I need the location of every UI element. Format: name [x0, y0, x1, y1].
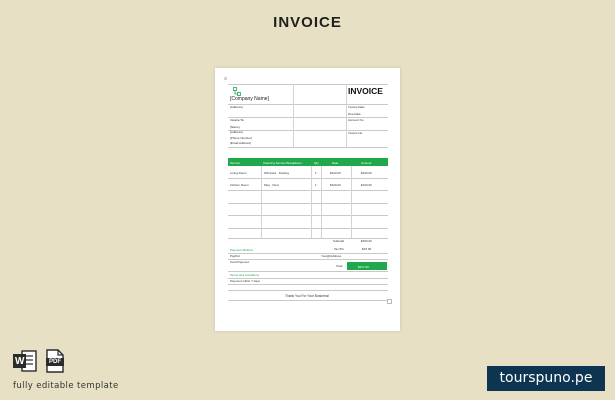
invoice-to-label: Invoice To: [230, 118, 245, 122]
tax-label: Tax 5% [334, 247, 344, 251]
tax-value: $15.00 [362, 247, 372, 251]
subtotal-value: $300.00 [361, 239, 372, 243]
divider [228, 271, 388, 272]
terms-label: Terms and Conditions [230, 273, 260, 277]
terms-text: Payment within 7 days [230, 279, 261, 283]
editable-template-caption: fully editable template [13, 381, 119, 391]
col-qty: Qty [314, 160, 319, 165]
pdf-label: PDF [46, 358, 64, 366]
row1-qty: 1 [315, 171, 317, 175]
divider [228, 215, 388, 216]
col-service: Service [230, 160, 241, 165]
invoice-preview: ⊞ [Company Name] [Address] INVOICE Invoi… [215, 68, 400, 331]
divider [228, 178, 388, 179]
divider [293, 84, 294, 147]
divider [228, 117, 388, 118]
row1-breakdown: Windows · Dusting [264, 171, 290, 175]
resize-handle [387, 299, 392, 304]
paypal-value: Your@Address [321, 254, 342, 258]
invoice-no-label: Invoice No. [348, 131, 364, 135]
client-email: [Email Address] [230, 141, 251, 145]
col-amount: Amount [361, 160, 372, 165]
paypal-label: PayPal [230, 254, 240, 258]
divider [228, 253, 388, 254]
divider [228, 290, 388, 291]
invoice-date-label: Invoice Date [348, 105, 365, 109]
divider [228, 84, 388, 85]
row2-service: Kitchen Room [230, 183, 249, 187]
row1-service: Living Room [230, 171, 247, 175]
divider [228, 190, 388, 191]
row2-amount: $100.00 [361, 183, 372, 187]
payment-method-label: Payment Method [230, 248, 253, 252]
divider [228, 259, 388, 260]
divider [346, 84, 347, 147]
divider [228, 284, 388, 285]
subtotal-label: Subtotal [333, 239, 345, 243]
total-label: Total [336, 264, 343, 268]
table-handle-icon: ⊞ [224, 76, 228, 81]
items-table-header: Service Cleaning Service Breakdown Qty R… [228, 158, 388, 166]
divider [261, 166, 262, 238]
col-breakdown: Cleaning Service Breakdown [263, 160, 302, 165]
row2-breakdown: Mop · Dust [264, 183, 279, 187]
divider [228, 300, 388, 301]
col-rate: Rate [332, 160, 339, 165]
divider [228, 228, 388, 229]
row2-qty: 1 [315, 183, 317, 187]
row1-amount: $100.00 [361, 171, 372, 175]
divider [351, 166, 352, 238]
invoice-heading: INVOICE [348, 86, 383, 96]
word-letter: W [15, 356, 25, 367]
word-icon: W [12, 349, 38, 377]
total-box: $317.00 [347, 262, 387, 270]
company-address: [Address] [230, 105, 243, 109]
client-address: [Address] [230, 130, 243, 134]
divider [321, 166, 322, 238]
divider [228, 203, 388, 204]
total-value: $317.00 [358, 264, 369, 269]
pdf-icon: PDF [44, 349, 66, 377]
card-payment-label: Card Payment [230, 260, 250, 264]
thank-you-note: Thank You For Your Business! [285, 294, 330, 298]
brand-badge: tourspuno.pe [487, 366, 605, 391]
divider [228, 130, 388, 131]
divider [228, 278, 388, 279]
company-name: [Company Name] [230, 96, 269, 102]
client-phone: [Phone Number] [230, 136, 252, 140]
divider [228, 104, 388, 105]
account-no-label: Account No [348, 118, 364, 122]
divider [228, 147, 388, 148]
company-logo-icon [233, 87, 241, 96]
due-date-label: Due Date [348, 112, 361, 116]
divider [311, 166, 312, 238]
page-title: INVOICE [273, 14, 342, 31]
client-name: [Name] [230, 125, 240, 129]
row2-rate: $100.00 [330, 183, 341, 187]
row1-rate: $100.00 [330, 171, 341, 175]
